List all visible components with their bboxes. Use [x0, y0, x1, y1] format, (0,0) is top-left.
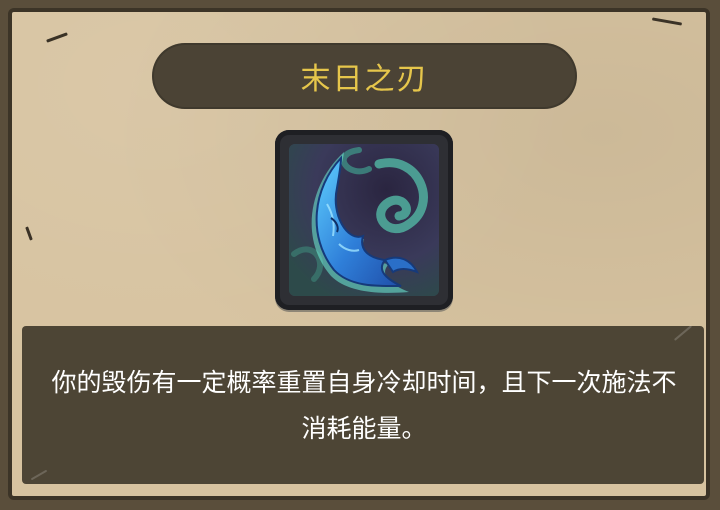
panel-crack-decoration	[651, 17, 683, 26]
desc-scratch-decoration	[673, 325, 693, 341]
panel-crack-decoration	[46, 32, 68, 43]
skill-icon-frame	[275, 130, 453, 310]
skill-description-box: 你的毁伤有一定概率重置自身冷却时间，且下一次施法不消耗能量。	[22, 325, 704, 484]
panel-crack-decoration	[25, 226, 33, 241]
skill-title-bar: 末日之刃	[152, 43, 577, 109]
skill-title: 末日之刃	[300, 62, 429, 97]
skill-description: 你的毁伤有一定概率重置自身冷却时间，且下一次施法不消耗能量。	[51, 368, 677, 443]
desc-scratch-decoration	[30, 469, 48, 481]
scythe-blade-icon	[289, 144, 439, 296]
